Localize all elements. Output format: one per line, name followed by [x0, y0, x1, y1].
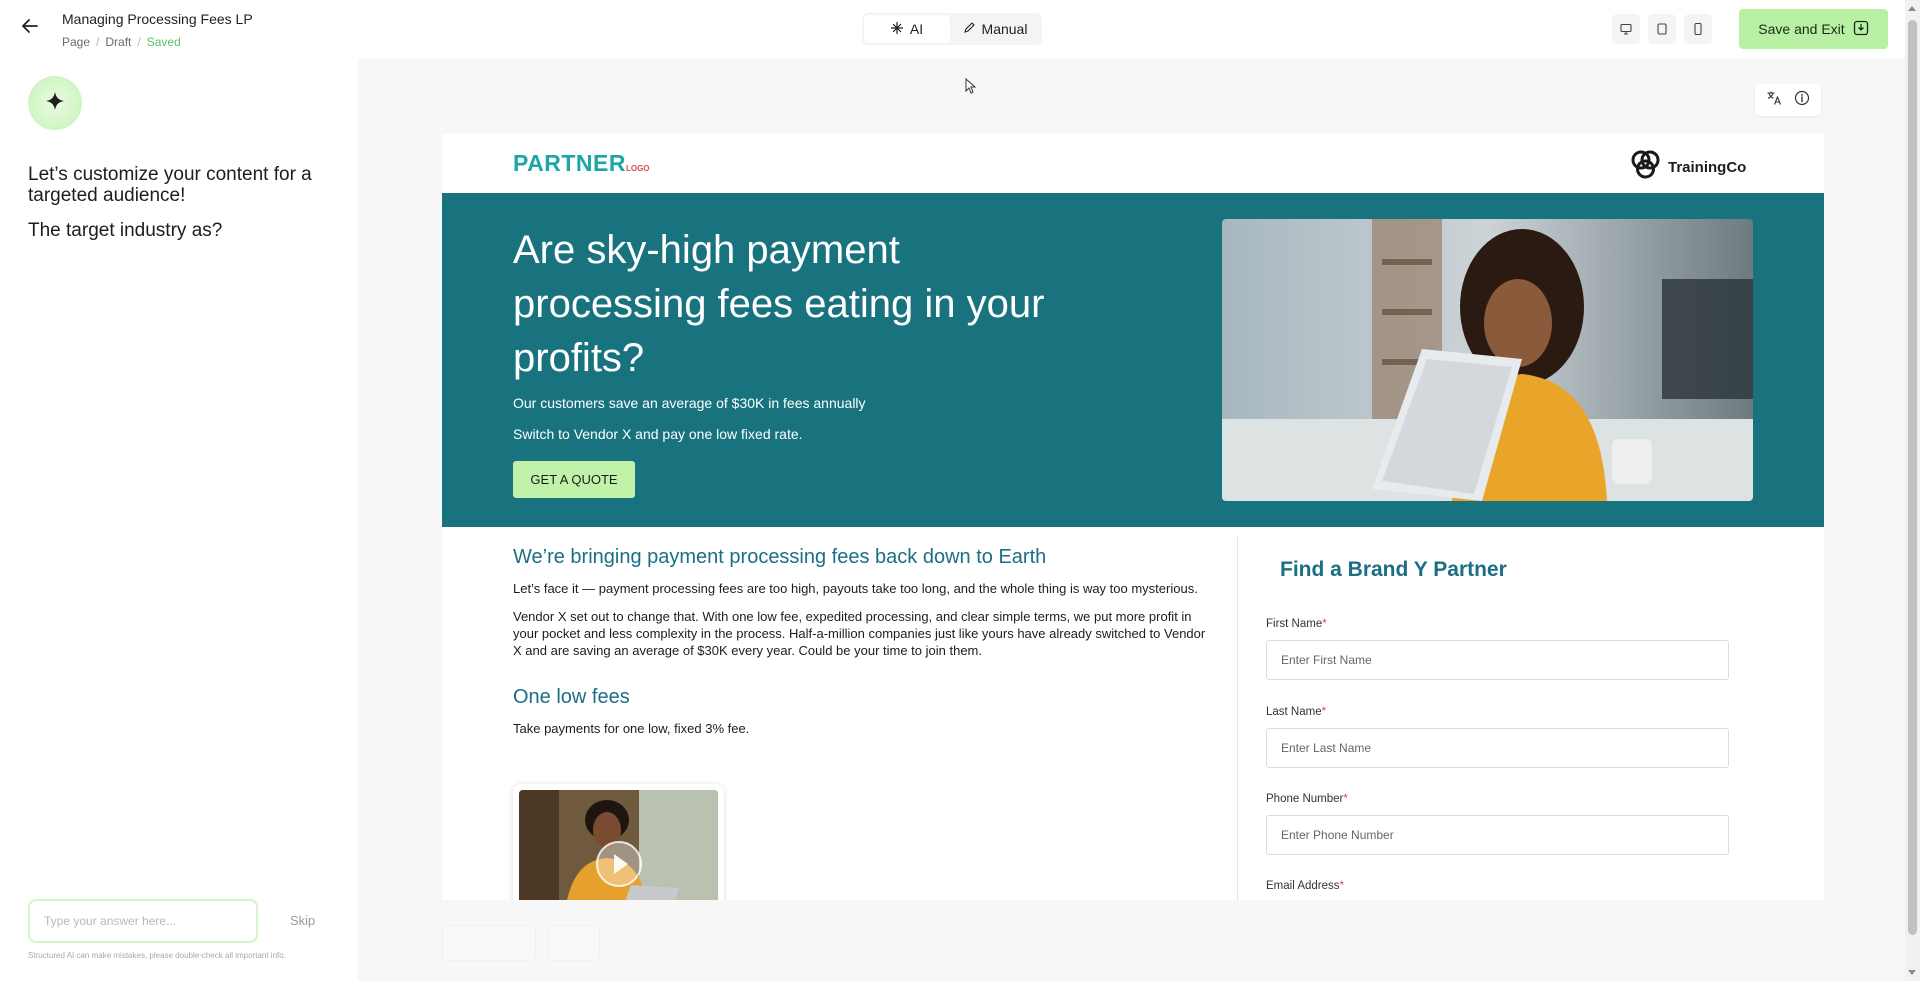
landing-header: PARTNERLOGO TrainingCo — [442, 134, 1824, 193]
breadcrumb-separator: / — [96, 35, 100, 49]
required-marker: * — [1321, 706, 1327, 718]
breadcrumb-draft[interactable]: Draft — [105, 35, 131, 49]
title-block: Managing Processing Fees LP Page / Draft… — [62, 11, 253, 49]
video-thumbnail[interactable] — [519, 790, 718, 900]
play-icon[interactable] — [595, 840, 643, 893]
breadcrumb: Page / Draft / Saved — [62, 35, 253, 49]
last-name-field[interactable] — [1266, 728, 1729, 768]
device-preview-group — [1612, 14, 1712, 44]
phone-number-field[interactable] — [1266, 815, 1729, 855]
get-a-quote-button[interactable]: GET A QUOTE — [513, 461, 635, 498]
video-card[interactable] — [513, 784, 724, 900]
content-column: We’re bringing payment processing fees b… — [513, 541, 1213, 737]
column-divider — [1237, 536, 1238, 900]
canvas-tools — [1755, 84, 1821, 116]
section-paragraph-2[interactable]: Vendor X set out to change that. With on… — [513, 608, 1213, 659]
back-arrow-icon[interactable] — [20, 16, 42, 38]
partner-logo-text: PARTNER — [513, 150, 626, 176]
first-name-label-text: First Name — [1266, 618, 1323, 630]
info-icon[interactable] — [1794, 90, 1810, 111]
saved-status: Saved — [146, 35, 181, 49]
section-heading-low-fees[interactable]: One low fees — [513, 686, 1213, 709]
ai-mode-button[interactable]: AI — [864, 15, 950, 43]
faded-action-button — [442, 925, 536, 961]
hero-subline-savings[interactable]: Our customers save an average of $30K in… — [513, 395, 866, 411]
required-marker: * — [1339, 880, 1344, 892]
save-exit-label: Save and Exit — [1758, 21, 1845, 37]
breadcrumb-separator: / — [137, 35, 141, 49]
brand-logo-text: TrainingCo — [1668, 158, 1747, 176]
first-name-label: First Name* — [1266, 618, 1327, 630]
brand-logo-icon — [1628, 148, 1664, 186]
brand-logo[interactable]: TrainingCo — [1628, 148, 1746, 186]
ai-disclaimer: Structured AI can make mistakes, please … — [28, 951, 286, 960]
top-bar: Managing Processing Fees LP Page / Draft… — [0, 0, 1905, 58]
ai-assistant-avatar — [28, 76, 82, 130]
mouse-cursor-icon — [965, 77, 977, 99]
hero-heading[interactable]: Are sky-high payment processing fees eat… — [513, 223, 1073, 385]
hero-section[interactable]: Are sky-high payment processing fees eat… — [442, 193, 1824, 527]
required-marker: * — [1322, 618, 1327, 630]
page-title: Managing Processing Fees LP — [62, 11, 253, 27]
ai-mode-label: AI — [909, 21, 924, 37]
phone-number-label: Phone Number* — [1266, 793, 1348, 805]
landing-page-preview: PARTNERLOGO TrainingCo Are sky-high paym… — [442, 134, 1824, 900]
sparkle-icon — [890, 21, 903, 37]
phone-number-label-text: Phone Number — [1266, 793, 1344, 805]
answer-input[interactable] — [28, 899, 258, 943]
hero-image[interactable] — [1222, 219, 1753, 501]
section-paragraph-1[interactable]: Let’s face it — payment processing fees … — [513, 580, 1213, 597]
breadcrumb-page[interactable]: Page — [62, 35, 90, 49]
ai-prompt-question: The target industry as? — [28, 220, 223, 241]
partner-logo-suffix: LOGO — [625, 164, 650, 173]
hero-subline-switch[interactable]: Switch to Vendor X and pay one low fixed… — [513, 426, 803, 442]
save-exit-icon — [1853, 20, 1869, 39]
manual-mode-label: Manual — [981, 21, 1028, 37]
page-scrollbar[interactable] — [1905, 0, 1920, 981]
section-heading-fees[interactable]: We’re bringing payment processing fees b… — [513, 546, 1213, 569]
desktop-preview-button[interactable] — [1612, 14, 1640, 44]
ai-assistant-panel: Let’s customize your content for a targe… — [0, 58, 358, 981]
email-address-label: Email Address* — [1266, 880, 1344, 892]
faded-action-button — [548, 925, 600, 961]
scroll-thumb[interactable] — [1908, 20, 1917, 935]
scroll-up-icon[interactable] — [1908, 6, 1916, 11]
partner-logo[interactable]: PARTNERLOGO — [513, 150, 650, 177]
faded-action-bar — [442, 925, 600, 961]
mobile-icon — [1692, 23, 1704, 35]
pencil-icon — [963, 21, 975, 37]
scroll-down-icon[interactable] — [1908, 970, 1916, 975]
tablet-icon — [1656, 23, 1668, 35]
last-name-label: Last Name* — [1266, 706, 1326, 718]
sparkle-icon — [44, 90, 66, 117]
save-and-exit-button[interactable]: Save and Exit — [1739, 9, 1888, 49]
mobile-preview-button[interactable] — [1684, 14, 1712, 44]
skip-button[interactable]: Skip — [290, 913, 315, 928]
first-name-field[interactable] — [1266, 640, 1729, 680]
form-title[interactable]: Find a Brand Y Partner — [1280, 558, 1507, 582]
translate-icon[interactable] — [1766, 90, 1782, 111]
ai-prompt-heading: Let’s customize your content for a targe… — [28, 164, 312, 206]
required-marker: * — [1343, 793, 1348, 805]
email-address-label-text: Email Address — [1266, 880, 1340, 892]
desktop-icon — [1620, 23, 1632, 35]
tablet-preview-button[interactable] — [1648, 14, 1676, 44]
section-paragraph-low-fees[interactable]: Take payments for one low, fixed 3% fee. — [513, 720, 1213, 737]
mode-toggle: AI Manual — [862, 13, 1042, 45]
last-name-label-text: Last Name — [1266, 706, 1322, 718]
manual-mode-button[interactable]: Manual — [950, 15, 1040, 43]
